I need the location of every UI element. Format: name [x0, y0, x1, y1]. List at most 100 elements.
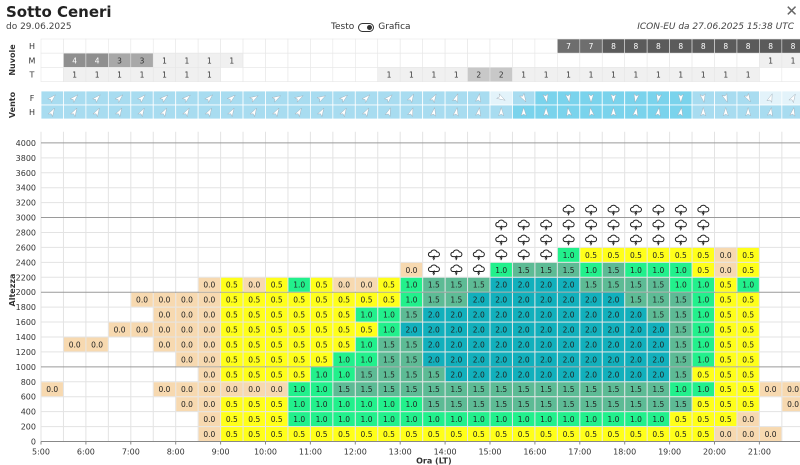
cell-value-label: 1.5	[495, 400, 507, 409]
y-tick-label: 2000	[16, 288, 36, 297]
cell-value-label: 1.5	[675, 311, 687, 320]
cell-value-label: 1.5	[518, 385, 530, 394]
cell-value-label: 0.0	[203, 355, 215, 364]
cloud-cell-value: 1	[454, 71, 459, 80]
cloud-cell-value: 7	[589, 42, 594, 51]
cell-value-label: 1.0	[697, 281, 709, 290]
cell-value-label: 1.0	[361, 311, 373, 320]
cell-value-label: 2.0	[540, 326, 552, 335]
thunderstorm-icon	[517, 234, 530, 246]
cell-value-label: 0.5	[293, 296, 305, 305]
y-tick-label: 3800	[16, 154, 36, 163]
x-tick-label: 7:00	[122, 448, 140, 457]
cloud-cell	[557, 52, 581, 68]
cell-value-label: 0.5	[742, 355, 754, 364]
cell-value-label: 1.5	[405, 340, 417, 349]
thunderstorm-icon	[607, 204, 620, 216]
cell-value-label: 0.5	[585, 251, 597, 260]
cell-value-label: 0.5	[742, 266, 754, 275]
cell-value-label: 0.0	[181, 355, 193, 364]
cell-value-label: 0.5	[383, 296, 395, 305]
cell-value-label: 1.0	[630, 415, 642, 424]
cell-value-label: 0.5	[338, 296, 350, 305]
cell-value-label: 2.0	[495, 311, 507, 320]
cloud-cell	[242, 67, 266, 82]
cell-value-label: 1.5	[563, 400, 575, 409]
cell-value-label: 0.5	[675, 251, 687, 260]
cloud-cell	[310, 67, 334, 82]
thunderstorm-icon	[607, 234, 620, 246]
cell-value-label: 0.0	[203, 296, 215, 305]
cell-value-label: 0.5	[316, 311, 328, 320]
cell-value-label: 1.0	[338, 400, 350, 409]
cell-value-label: 0.5	[720, 370, 732, 379]
cell-value-label: 0.5	[293, 340, 305, 349]
thunderstorm-icon	[697, 219, 710, 231]
cell-value-label: 1.5	[608, 266, 620, 275]
cloud-cell-value: 8	[634, 42, 639, 51]
cell-value-label: 1.5	[630, 385, 642, 394]
thunderstorm-icon	[427, 264, 440, 276]
cell-value-label: 0.0	[271, 385, 283, 394]
cell-value-label: 0.0	[203, 370, 215, 379]
cell-value-label: 2.0	[518, 281, 530, 290]
cell-value-label: 0.5	[630, 251, 642, 260]
cell-value-label: 1.0	[697, 385, 709, 394]
cloud-cell-value: 1	[185, 71, 190, 80]
cloud-cell	[220, 67, 244, 82]
cloud-cell-value: 1	[566, 71, 571, 80]
cell-value-label: 2.0	[450, 340, 462, 349]
cell-value-label: 0.5	[608, 430, 620, 439]
cloud-cell	[512, 52, 536, 68]
wind-row-label: F	[30, 94, 35, 103]
cell-value-label: 0.5	[473, 430, 485, 439]
cloud-cell-value: 1	[185, 56, 190, 65]
cell-value-label: 0.5	[316, 296, 328, 305]
cell-value-label: 1.5	[383, 385, 395, 394]
cell-value-label: 0.5	[316, 281, 328, 290]
cell-value-label: 0.0	[159, 326, 171, 335]
cell-value-label: 1.5	[652, 311, 664, 320]
cloud-cell-value: 1	[95, 71, 100, 80]
cloud-cell-value: 4	[95, 56, 100, 65]
cell-value-label: 0.5	[316, 430, 328, 439]
thunderstorm-icon	[629, 204, 642, 216]
cloud-cell-value: 2	[499, 71, 504, 80]
y-tick-label: 2400	[16, 258, 36, 267]
cell-value-label: 1.0	[338, 415, 350, 424]
cell-value-label: 0.5	[742, 311, 754, 320]
cloud-cell	[175, 38, 199, 54]
cell-value-label: 0.0	[203, 311, 215, 320]
cloud-cell-value: 1	[387, 71, 392, 80]
thunderstorm-icon	[472, 264, 485, 276]
cell-value-label: 2.0	[563, 326, 575, 335]
cell-value-label: 0.5	[742, 385, 754, 394]
cell-value-label: 0.5	[293, 311, 305, 320]
cell-value-label: 1.5	[405, 311, 417, 320]
cell-value-label: 1.5	[608, 281, 620, 290]
cloud-cell	[399, 52, 423, 68]
cloud-cell	[265, 38, 289, 54]
y-tick-label: 2600	[16, 243, 36, 252]
cell-value-label: 0.5	[271, 281, 283, 290]
cell-value-label: 2.0	[450, 311, 462, 320]
cell-value-label: 0.5	[652, 251, 664, 260]
cell-value-label: 1.0	[361, 340, 373, 349]
cloud-cell-value: 1	[791, 56, 796, 65]
cell-value-label: 2.0	[652, 355, 664, 364]
cell-value-label: 2.0	[518, 370, 530, 379]
y-tick-label: 1400	[16, 333, 36, 342]
cell-value-label: 2.0	[518, 355, 530, 364]
cell-value-label: 1.0	[361, 415, 373, 424]
cell-value-label: 1.0	[428, 415, 440, 424]
cell-value-label: 0.0	[203, 400, 215, 409]
y-tick-label: 3400	[16, 184, 36, 193]
cell-value-label: 0.5	[495, 430, 507, 439]
cell-value-label: 0.5	[226, 400, 238, 409]
cell-value-label: 0.0	[720, 266, 732, 275]
cell-value-label: 2.0	[428, 326, 440, 335]
cell-value-label: 0.5	[226, 296, 238, 305]
thunderstorm-icon	[540, 249, 553, 261]
x-tick-label: 10:00	[254, 448, 277, 457]
cell-value-label: 1.5	[675, 296, 687, 305]
